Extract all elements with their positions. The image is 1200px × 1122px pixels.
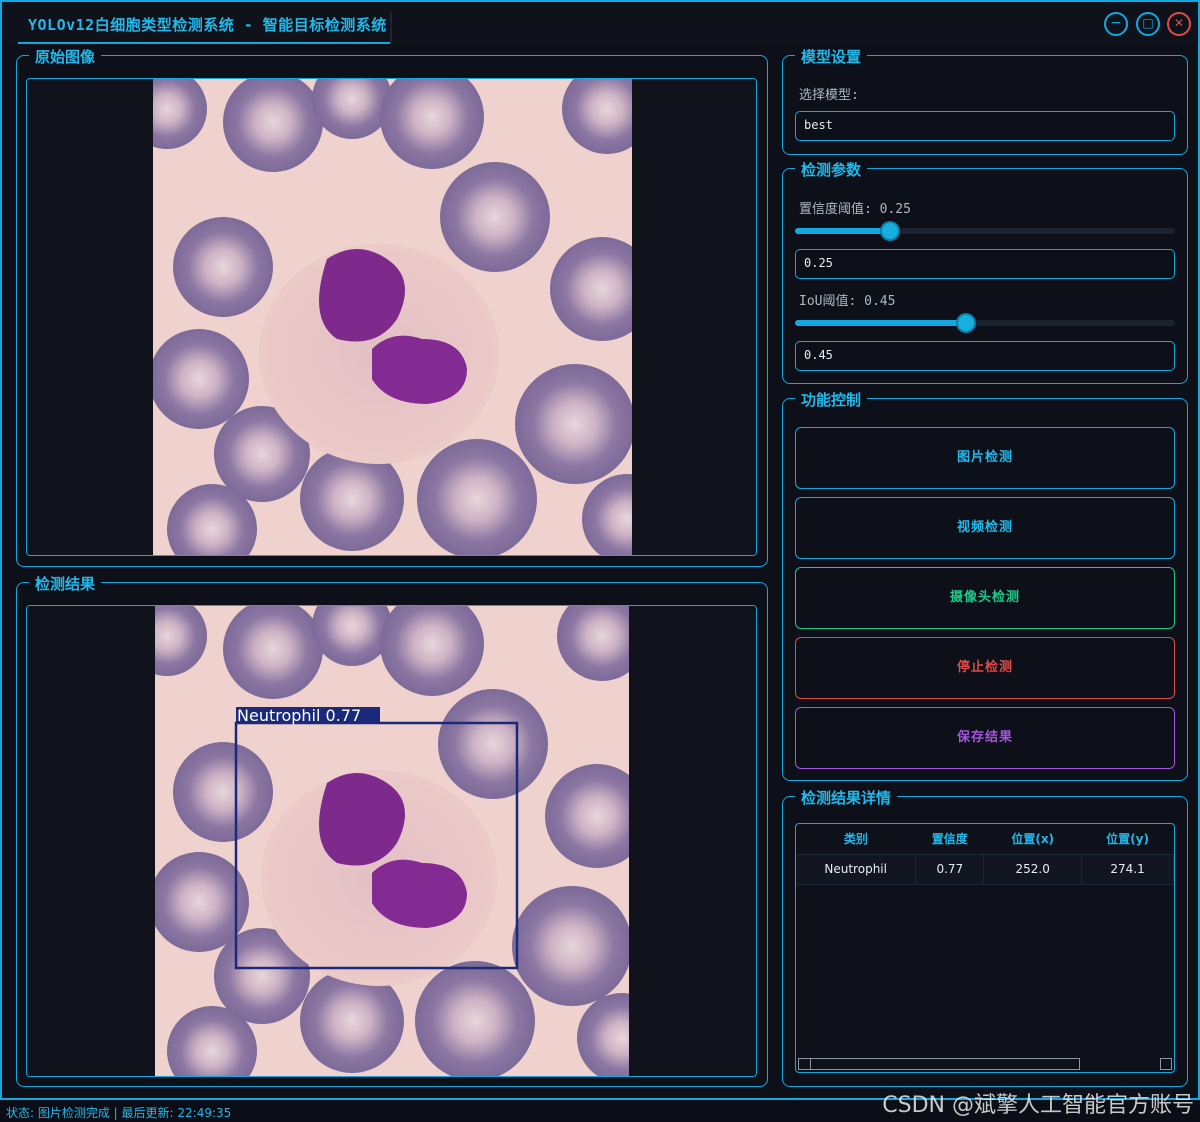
title-bar: YOLOv12白细胞类型检测系统 - 智能目标检测系统 − □ ✕ bbox=[2, 2, 1198, 44]
column-header[interactable]: 位置(x) bbox=[983, 824, 1082, 855]
detection-label: Neutrophil 0.77 bbox=[237, 706, 361, 725]
iou-slider-fill bbox=[795, 320, 966, 326]
iou-threshold-label: IoU阈值: 0.45 bbox=[799, 294, 896, 309]
result-image-panel: 检测结果 Neutrophil 0.77 bbox=[16, 573, 768, 1087]
detection-details-panel: 检测结果详情 类别 置信度 位置(x) 位置(y) Neutrophil 0.77 252… bbox=[782, 787, 1188, 1087]
model-settings-title: 模型设置 bbox=[795, 46, 868, 67]
app-window: YOLOv12白细胞类型检测系统 - 智能目标检测系统 − □ ✕ 原始图像 检… bbox=[0, 0, 1200, 1100]
column-header[interactable]: 位置(y) bbox=[1081, 824, 1174, 855]
stop-detect-button[interactable]: 停止检测 bbox=[795, 637, 1175, 699]
video-detect-button[interactable]: 视频检测 bbox=[795, 497, 1175, 559]
result-image: Neutrophil 0.77 bbox=[27, 606, 756, 1076]
conf-threshold-slider[interactable] bbox=[795, 223, 1175, 239]
title-underline bbox=[18, 42, 392, 44]
iou-slider-handle[interactable] bbox=[958, 315, 974, 331]
function-controls-panel: 功能控制 图片检测 视频检测 摄像头检测 停止检测 保存结果 bbox=[782, 389, 1188, 781]
watermark-text: CSDN @斌擎人工智能官方账号 bbox=[882, 1093, 1194, 1118]
detection-params-title: 检测参数 bbox=[795, 159, 868, 180]
table-cell: 252.0 bbox=[983, 854, 1083, 885]
table-cell: Neutrophil bbox=[796, 854, 917, 885]
window-title: YOLOv12白细胞类型检测系统 - 智能目标检测系统 bbox=[28, 16, 387, 34]
results-table-grid: 类别 置信度 位置(x) 位置(y) Neutrophil 0.77 252.0 274.1 bbox=[796, 824, 1174, 885]
results-table: 类别 置信度 位置(x) 位置(y) Neutrophil 0.77 252.0 274.1 bbox=[795, 823, 1175, 1073]
result-image-title: 检测结果 bbox=[29, 573, 102, 594]
model-settings-panel: 模型设置 选择模型: best bbox=[782, 46, 1188, 155]
image-detect-button[interactable]: 图片检测 bbox=[795, 427, 1175, 489]
original-image bbox=[27, 79, 756, 555]
original-image-title: 原始图像 bbox=[29, 46, 102, 67]
scrollbar-thumb[interactable] bbox=[799, 1059, 811, 1069]
original-image-panel: 原始图像 bbox=[16, 46, 768, 567]
model-select-label: 选择模型: bbox=[799, 88, 859, 103]
close-button[interactable]: ✕ bbox=[1167, 12, 1191, 36]
title-divider bbox=[390, 12, 392, 44]
save-result-button[interactable]: 保存结果 bbox=[795, 707, 1175, 769]
original-image-frame bbox=[26, 78, 757, 556]
result-image-frame: Neutrophil 0.77 bbox=[26, 605, 757, 1077]
conf-slider-fill bbox=[795, 228, 890, 234]
minimize-button[interactable]: − bbox=[1104, 12, 1128, 36]
table-row[interactable]: Neutrophil 0.77 252.0 274.1 bbox=[796, 854, 1174, 885]
table-body: Neutrophil 0.77 252.0 274.1 bbox=[796, 854, 1174, 885]
column-header[interactable]: 置信度 bbox=[915, 824, 984, 855]
table-cell: 0.77 bbox=[915, 854, 985, 885]
conf-threshold-label: 置信度阈值: 0.25 bbox=[799, 202, 911, 217]
detection-details-title: 检测结果详情 bbox=[795, 787, 898, 808]
iou-threshold-input[interactable]: 0.45 bbox=[795, 341, 1175, 371]
column-header[interactable]: 类别 bbox=[796, 824, 916, 855]
detection-params-panel: 检测参数 置信度阈值: 0.25 0.25 IoU阈值: 0.45 0.45 bbox=[782, 159, 1188, 384]
conf-slider-handle[interactable] bbox=[882, 223, 898, 239]
function-controls-title: 功能控制 bbox=[795, 389, 868, 410]
iou-threshold-slider[interactable] bbox=[795, 315, 1175, 331]
maximize-button[interactable]: □ bbox=[1136, 12, 1160, 36]
model-select[interactable]: best bbox=[795, 111, 1175, 141]
scroll-corner bbox=[1160, 1058, 1172, 1070]
table-header-row: 类别 置信度 位置(x) 位置(y) bbox=[796, 824, 1174, 855]
horizontal-scrollbar[interactable] bbox=[798, 1058, 1080, 1070]
table-cell: 274.1 bbox=[1081, 854, 1174, 885]
status-bar: 状态: 图片检测完成 | 最后更新: 22:49:35 bbox=[6, 1106, 232, 1120]
camera-detect-button[interactable]: 摄像头检测 bbox=[795, 567, 1175, 629]
conf-threshold-input[interactable]: 0.25 bbox=[795, 249, 1175, 279]
